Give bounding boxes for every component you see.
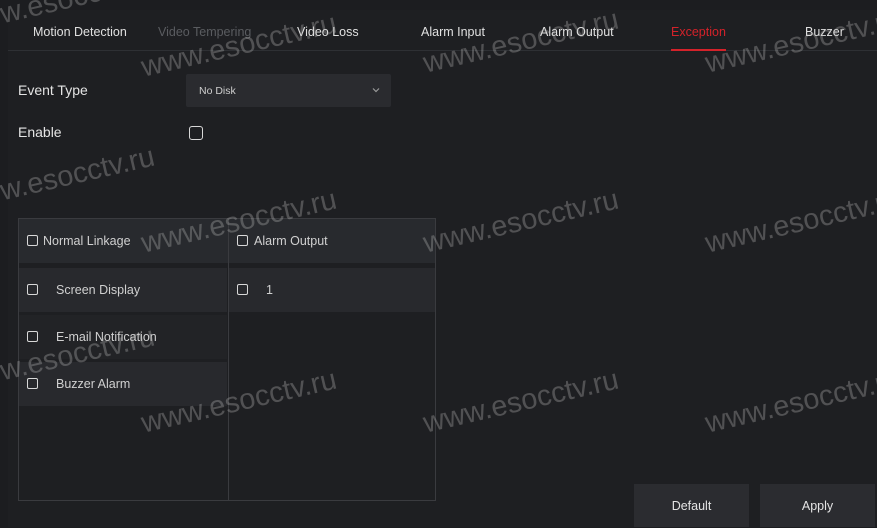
enable-checkbox[interactable] bbox=[189, 126, 203, 140]
default-button[interactable]: Default bbox=[634, 484, 749, 527]
apply-button[interactable]: Apply bbox=[760, 484, 875, 527]
screen-display-checkbox[interactable] bbox=[27, 284, 38, 295]
linkage-row-email-notification[interactable]: E-mail Notification bbox=[19, 315, 227, 359]
enable-label: Enable bbox=[18, 124, 62, 140]
alarm-output-1-checkbox[interactable] bbox=[237, 284, 248, 295]
tab-alarm-input[interactable]: Alarm Input bbox=[421, 10, 485, 50]
screen-display-label: Screen Display bbox=[56, 283, 141, 297]
alarm-output-row-1[interactable]: 1 bbox=[229, 268, 435, 312]
chevron-down-icon bbox=[372, 88, 380, 93]
exception-settings-page: Motion Detection Video Tempering Video L… bbox=[0, 0, 877, 527]
linkage-row-buzzer-alarm[interactable]: Buzzer Alarm bbox=[19, 362, 227, 406]
alarm-output-header: Alarm Output bbox=[254, 234, 328, 248]
event-type-label: Event Type bbox=[18, 82, 88, 98]
event-type-value: No Disk bbox=[199, 85, 236, 97]
normal-linkage-checkbox[interactable] bbox=[27, 235, 38, 246]
normal-linkage-header: Normal Linkage bbox=[43, 234, 131, 248]
buzzer-alarm-label: Buzzer Alarm bbox=[56, 377, 131, 391]
tab-video-loss[interactable]: Video Loss bbox=[297, 10, 359, 50]
alarm-output-checkbox[interactable] bbox=[237, 235, 248, 246]
linkage-header: Normal Linkage Alarm Output bbox=[19, 219, 435, 263]
tab-motion-detection[interactable]: Motion Detection bbox=[33, 10, 127, 50]
tab-alarm-output[interactable]: Alarm Output bbox=[540, 10, 614, 50]
tab-exception[interactable]: Exception bbox=[671, 10, 726, 51]
event-type-select[interactable]: No Disk bbox=[186, 74, 391, 107]
email-notification-checkbox[interactable] bbox=[27, 331, 38, 342]
tab-video-tempering: Video Tempering bbox=[158, 25, 252, 39]
linkage-row-screen-display[interactable]: Screen Display bbox=[19, 268, 227, 312]
tab-buzzer[interactable]: Buzzer bbox=[805, 10, 844, 50]
column-divider bbox=[228, 219, 229, 500]
email-notification-label: E-mail Notification bbox=[56, 330, 157, 344]
alarm-output-1-label: 1 bbox=[266, 283, 273, 297]
linkage-panel: Normal Linkage Alarm Output Screen Displ… bbox=[18, 218, 436, 501]
apply-button-label: Apply bbox=[801, 499, 834, 513]
default-button-label: Default bbox=[671, 499, 712, 513]
tab-bar: Motion Detection Video Tempering Video L… bbox=[8, 10, 877, 51]
buzzer-alarm-checkbox[interactable] bbox=[27, 378, 38, 389]
